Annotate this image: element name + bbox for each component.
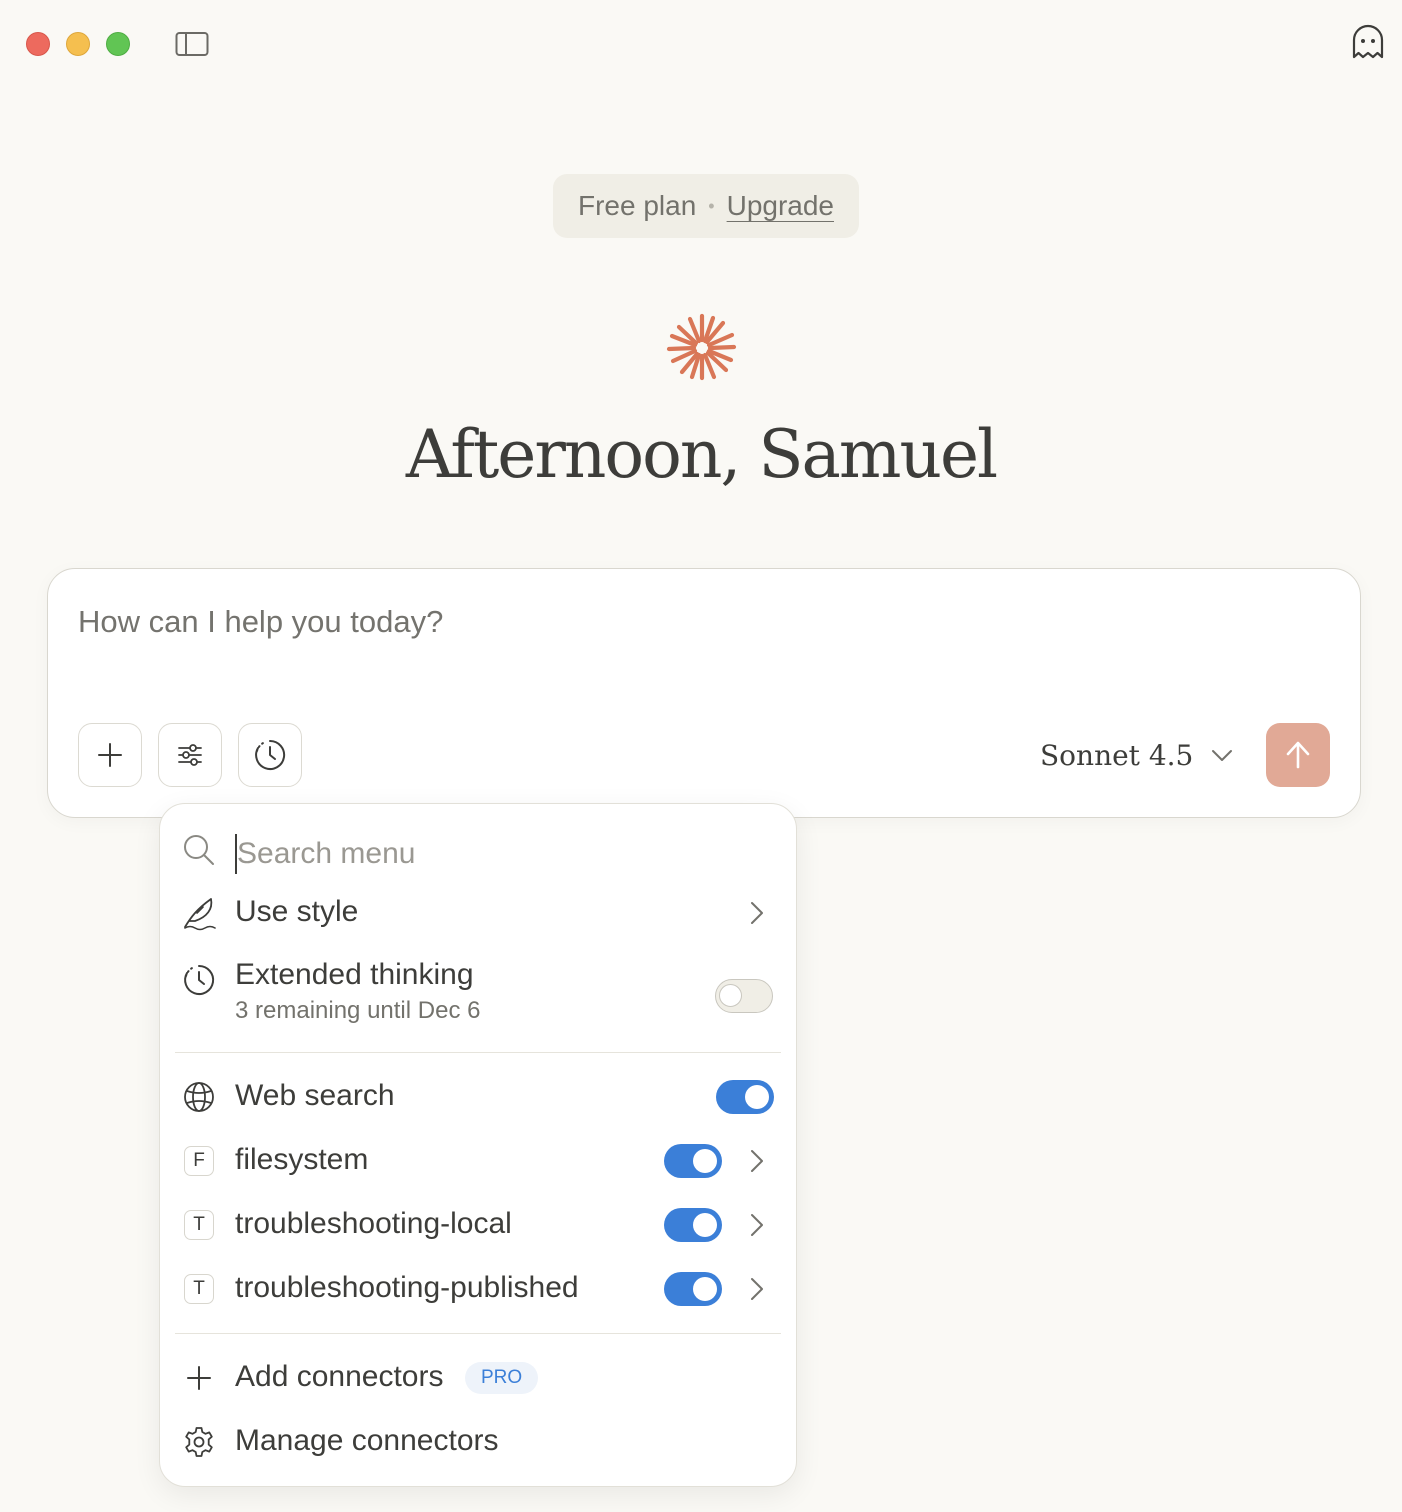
plus-icon <box>181 1360 217 1396</box>
close-window-button[interactable] <box>26 32 50 56</box>
menu-item-label: Web search <box>235 1079 395 1112</box>
menu-item-label: troubleshooting-published <box>235 1271 579 1304</box>
toggle-knob <box>693 1213 717 1237</box>
search-icon <box>181 832 217 868</box>
greeting-heading: Afternoon, Samuel <box>405 416 998 493</box>
connector-letter: T <box>184 1210 214 1240</box>
add-attachment-button[interactable] <box>78 723 142 787</box>
extended-thinking-button[interactable] <box>238 723 302 787</box>
toggle-knob <box>693 1149 717 1173</box>
clock-icon <box>255 739 286 770</box>
toggle-knob <box>745 1085 769 1109</box>
globe-icon <box>181 1079 217 1115</box>
plan-pill: Free plan • Upgrade <box>553 174 859 238</box>
troubleshooting-local-toggle[interactable] <box>664 1208 722 1242</box>
menu-item-web-search[interactable]: Web search <box>159 1069 797 1125</box>
gear-icon <box>181 1424 217 1460</box>
extended-thinking-toggle[interactable] <box>715 979 773 1013</box>
upgrade-link[interactable]: Upgrade <box>727 190 834 222</box>
chat-input[interactable] <box>78 600 1278 644</box>
connector-letter: T <box>184 1274 214 1304</box>
pro-badge: PRO <box>465 1362 539 1394</box>
connector-icon: T <box>181 1271 217 1307</box>
menu-item-label: troubleshooting-local <box>235 1207 512 1240</box>
connector-icon: T <box>181 1207 217 1243</box>
web-search-toggle[interactable] <box>716 1080 774 1114</box>
menu-item-extended-thinking[interactable]: Extended thinking 3 remaining until Dec … <box>159 950 797 1034</box>
chevron-right-icon <box>745 1274 769 1304</box>
chevron-down-icon <box>1212 750 1233 761</box>
menu-item-label: Extended thinking <box>235 958 474 991</box>
toggle-knob <box>719 984 742 1007</box>
chevron-right-icon <box>745 898 769 928</box>
menu-search-input[interactable] <box>235 834 737 874</box>
menu-divider <box>175 1333 781 1334</box>
incognito-button[interactable] <box>1346 20 1390 64</box>
menu-item-label: Manage connectors <box>235 1424 499 1457</box>
menu-item-filesystem[interactable]: F filesystem <box>159 1133 797 1189</box>
ghost-icon <box>1352 24 1384 59</box>
menu-divider <box>175 1052 781 1053</box>
plan-separator: • <box>708 195 715 216</box>
tools-button[interactable] <box>158 723 222 787</box>
send-button[interactable] <box>1266 723 1330 787</box>
sliders-icon <box>178 744 202 766</box>
minimize-window-button[interactable] <box>66 32 90 56</box>
sidebar-icon <box>175 32 209 56</box>
chevron-right-icon <box>745 1210 769 1240</box>
menu-item-label: Use style <box>235 895 359 928</box>
plus-icon <box>98 743 122 767</box>
model-label: Sonnet 4.5 <box>1040 738 1194 772</box>
sidebar-toggle-button[interactable] <box>172 28 212 60</box>
troubleshooting-published-toggle[interactable] <box>664 1272 722 1306</box>
plan-label: Free plan <box>577 190 697 221</box>
connector-icon: F <box>181 1143 217 1179</box>
arrow-up-icon <box>1286 741 1310 769</box>
chevron-right-icon <box>745 1146 769 1176</box>
filesystem-toggle[interactable] <box>664 1144 722 1178</box>
menu-item-label: filesystem <box>235 1143 369 1176</box>
menu-item-troubleshooting-published[interactable]: T troubleshooting-published <box>159 1261 797 1317</box>
feather-icon <box>181 895 217 931</box>
connector-letter: F <box>184 1146 214 1176</box>
menu-item-sublabel: 3 remaining until Dec 6 <box>235 997 481 1024</box>
toggle-knob <box>693 1277 717 1301</box>
menu-item-troubleshooting-local[interactable]: T troubleshooting-local <box>159 1197 797 1253</box>
menu-search-row <box>159 820 797 880</box>
menu-item-manage-connectors[interactable]: Manage connectors <box>159 1414 797 1470</box>
menu-item-use-style[interactable]: Use style <box>159 885 797 941</box>
menu-item-add-connectors[interactable]: Add connectors PRO <box>159 1350 797 1406</box>
zoom-window-button[interactable] <box>106 32 130 56</box>
model-selector[interactable]: Sonnet 4.5 <box>1040 730 1235 780</box>
clock-icon <box>181 962 217 998</box>
claude-logo-icon <box>666 312 738 384</box>
menu-item-label: Add connectors <box>235 1360 444 1393</box>
